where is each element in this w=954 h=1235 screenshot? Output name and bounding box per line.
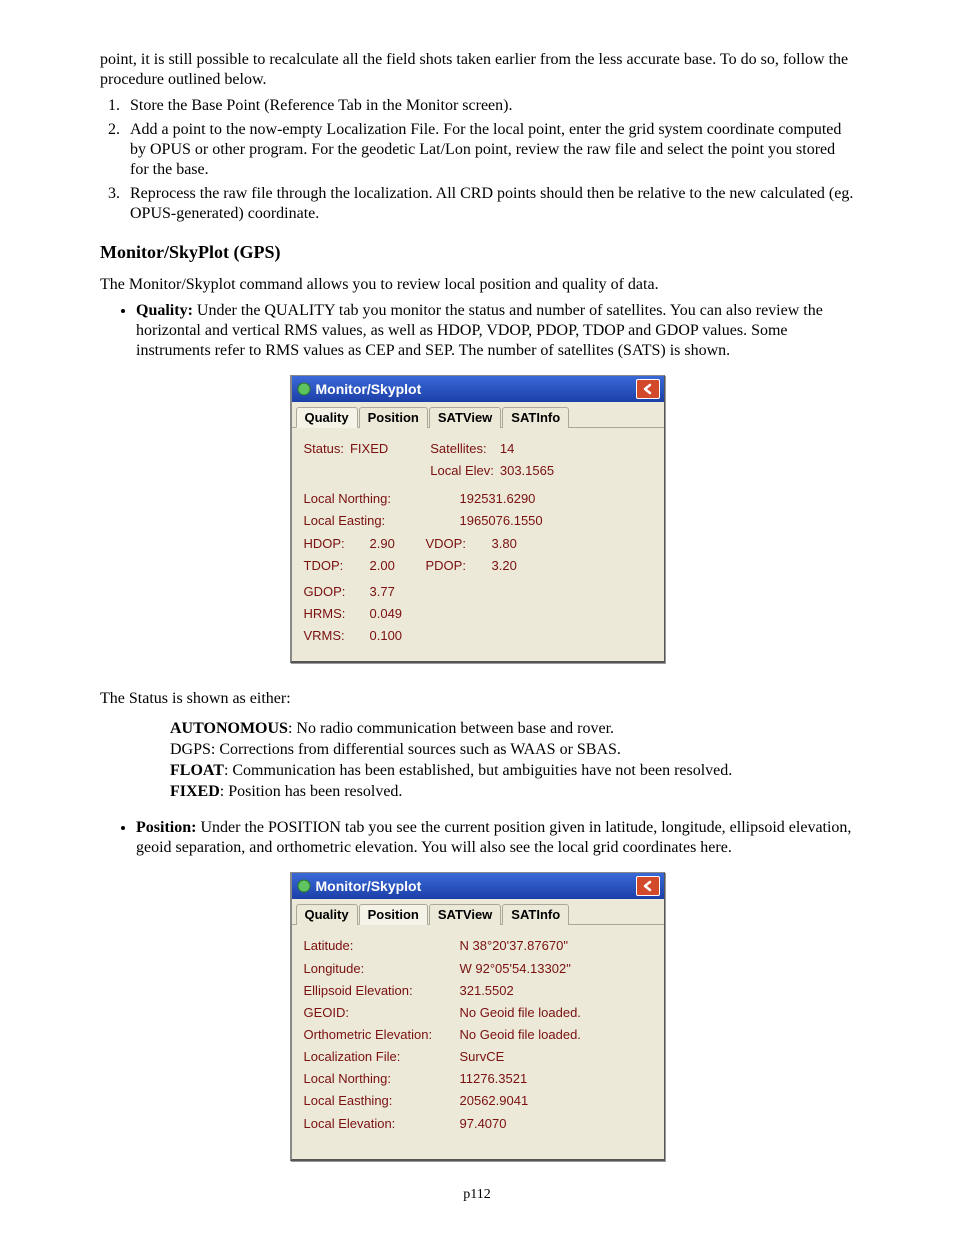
satellites-label: Satellites: [430,438,500,460]
status-label: Status: [304,438,350,460]
tab-satinfo[interactable]: SATInfo [502,904,569,925]
position-text: Under the POSITION tab you see the curre… [136,819,851,856]
local-elevation-value: 97.4070 [460,1113,587,1135]
vdop-label: VDOP: [426,533,492,555]
status-float-text: : Communication has been established, bu… [224,762,732,779]
position-bullet: Position: Under the POSITION tab you see… [136,818,854,858]
quality-text: Under the QUALITY tab you monitor the st… [136,302,823,359]
window-title: Monitor/Skyplot [316,878,422,894]
intro-paragraph: point, it is still possible to recalcula… [100,50,854,90]
orthometric-elevation-label: Orthometric Elevation: [304,1024,460,1046]
tab-position[interactable]: Position [359,904,428,925]
local-northing-value: 11276.3521 [460,1068,587,1090]
ellipsoid-elevation-value: 321.5502 [460,980,587,1002]
longitude-value: W 92°05'54.13302" [460,958,587,980]
local-elevation-label: Local Elevation: [304,1113,460,1135]
monitor-skyplot-window-position: Monitor/Skyplot Quality Position SATView… [290,872,665,1160]
status-fixed-label: FIXED [170,783,220,800]
window-titlebar: Monitor/Skyplot [292,376,664,402]
app-icon [296,381,312,397]
quality-bullet: Quality: Under the QUALITY tab you monit… [136,301,854,361]
tab-quality[interactable]: Quality [296,407,358,428]
position-panel: Latitude:N 38°20'37.87670" Longitude:W 9… [292,925,664,1158]
status-definitions: AUTONOMOUS: No radio communication betwe… [170,719,854,802]
geoid-value: No Geoid file loaded. [460,1002,587,1024]
status-value: FIXED [350,438,394,460]
hdop-value: 2.90 [370,533,426,555]
status-dgps-label: DGPS: [170,741,215,758]
position-label: Position: [136,819,196,836]
procedure-list: Store the Base Point (Reference Tab in t… [100,96,854,224]
local-easthing-label: Local Easthing: [304,1090,460,1112]
local-elev-value: 303.1565 [500,460,560,482]
quality-panel: Status: FIXED Satellites: 14 Local Elev:… [292,428,664,661]
status-intro: The Status is shown as either: [100,689,854,709]
longitude-label: Longitude: [304,958,460,980]
latitude-label: Latitude: [304,935,460,957]
status-autonomous-label: AUTONOMOUS [170,720,288,737]
back-button[interactable] [636,379,660,399]
gdop-value: 3.77 [370,581,409,603]
gdop-label: GDOP: [304,581,370,603]
monitor-skyplot-window-quality: Monitor/Skyplot Quality Position SATView… [290,375,665,663]
lead-paragraph: The Monitor/Skyplot command allows you t… [100,275,854,295]
localization-file-label: Localization File: [304,1046,460,1068]
procedure-item-1: Store the Base Point (Reference Tab in t… [124,96,854,116]
tdop-value: 2.00 [370,555,426,577]
local-easting-label: Local Easting: [304,510,460,532]
vrms-label: VRMS: [304,625,370,647]
latitude-value: N 38°20'37.87670" [460,935,587,957]
tab-position[interactable]: Position [359,407,428,428]
tab-satinfo[interactable]: SATInfo [502,407,569,428]
local-easthing-value: 20562.9041 [460,1090,587,1112]
pdop-label: PDOP: [426,555,492,577]
local-northing-value: 192531.6290 [460,488,549,510]
hdop-label: HDOP: [304,533,370,555]
back-button[interactable] [636,876,660,896]
tab-satview[interactable]: SATView [429,407,501,428]
tabs-row: Quality Position SATView SATInfo [292,402,664,428]
pdop-value: 3.20 [492,555,523,577]
geoid-label: GEOID: [304,1002,460,1024]
tab-quality[interactable]: Quality [296,904,358,925]
window-titlebar: Monitor/Skyplot [292,873,664,899]
status-fixed-text: : Position has been resolved. [220,783,403,800]
arrow-left-icon [642,880,654,892]
app-icon [296,878,312,894]
status-autonomous-text: : No radio communication between base an… [288,720,614,737]
local-northing-label: Local Northing: [304,1068,460,1090]
local-northing-label: Local Northing: [304,488,460,510]
local-easting-value: 1965076.1550 [460,510,549,532]
vdop-value: 3.80 [492,533,523,555]
ellipsoid-elevation-label: Ellipsoid Elevation: [304,980,460,1002]
status-float-label: FLOAT [170,762,224,779]
status-dgps-text: Corrections from differential sources su… [215,741,621,758]
procedure-item-2: Add a point to the now-empty Localizatio… [124,120,854,180]
window-title: Monitor/Skyplot [316,381,422,397]
tdop-label: TDOP: [304,555,370,577]
page-number: p112 [100,1187,854,1203]
tabs-row: Quality Position SATView SATInfo [292,899,664,925]
section-heading: Monitor/SkyPlot (GPS) [100,242,854,263]
tab-satview[interactable]: SATView [429,904,501,925]
procedure-item-3: Reprocess the raw file through the local… [124,184,854,224]
vrms-value: 0.100 [370,625,409,647]
arrow-left-icon [642,383,654,395]
hrms-value: 0.049 [370,603,409,625]
satellites-value: 14 [500,438,560,460]
quality-label: Quality: [136,302,193,319]
localization-file-value: SurvCE [460,1046,587,1068]
orthometric-elevation-value: No Geoid file loaded. [460,1024,587,1046]
hrms-label: HRMS: [304,603,370,625]
local-elev-label: Local Elev: [430,460,500,482]
